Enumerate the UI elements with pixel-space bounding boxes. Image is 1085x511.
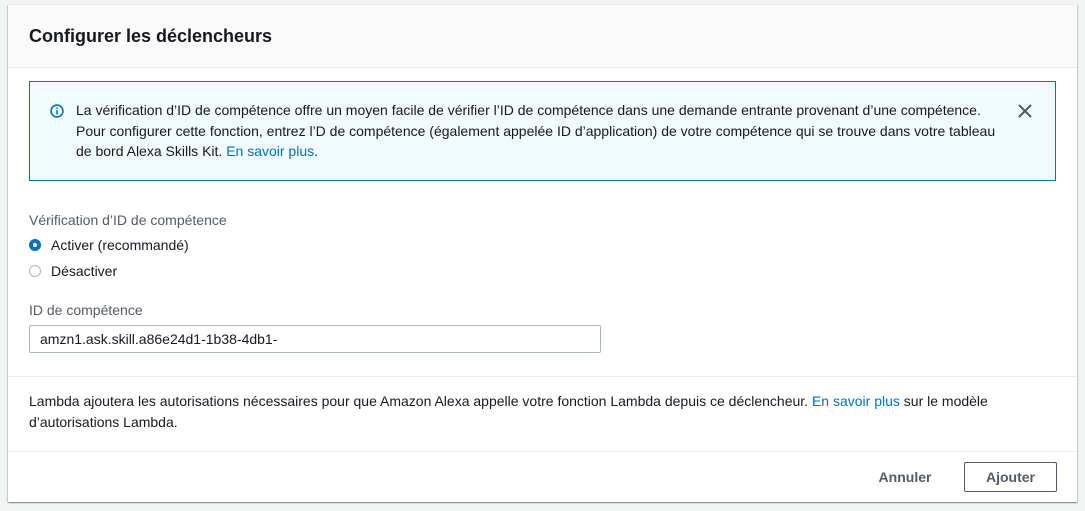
configure-triggers-panel: Configurer les déclencheurs La vérificat… — [8, 4, 1077, 502]
panel-title: Configurer les déclencheurs — [29, 26, 273, 46]
verification-label: Vérification d’ID de compétence — [29, 212, 227, 228]
close-icon[interactable] — [1016, 102, 1034, 120]
radio-disable-label: Désactiver — [51, 263, 118, 279]
radio-disable[interactable]: Désactiver — [29, 261, 117, 281]
permissions-note: Lambda ajoutera les autorisations nécess… — [29, 391, 1019, 433]
permissions-learn-more-link[interactable]: En savoir plus — [812, 393, 900, 409]
radio-enable-button[interactable] — [29, 239, 41, 251]
info-learn-more-link[interactable]: En savoir plus — [226, 143, 314, 159]
permissions-note-text: Lambda ajoutera les autorisations nécess… — [29, 393, 809, 409]
info-circle-icon — [50, 104, 64, 118]
info-message-period: . — [314, 143, 319, 159]
info-message: La vérification d’ID de compétence offre… — [76, 100, 1006, 162]
skill-id-input[interactable] — [29, 325, 601, 353]
info-message-text: La vérification d’ID de compétence offre… — [76, 102, 996, 159]
panel-header: Configurer les déclencheurs — [8, 5, 1077, 68]
skill-id-label: ID de compétence — [29, 302, 143, 318]
cancel-button[interactable]: Annuler — [870, 462, 940, 492]
add-button[interactable]: Ajouter — [964, 462, 1057, 492]
info-alert: La vérification d’ID de compétence offre… — [29, 81, 1056, 181]
radio-enable-label: Activer (recommandé) — [51, 237, 189, 253]
radio-enable[interactable]: Activer (recommandé) — [29, 235, 189, 255]
footer-divider — [8, 451, 1077, 452]
section-divider — [8, 376, 1077, 377]
radio-disable-button[interactable] — [29, 265, 41, 277]
